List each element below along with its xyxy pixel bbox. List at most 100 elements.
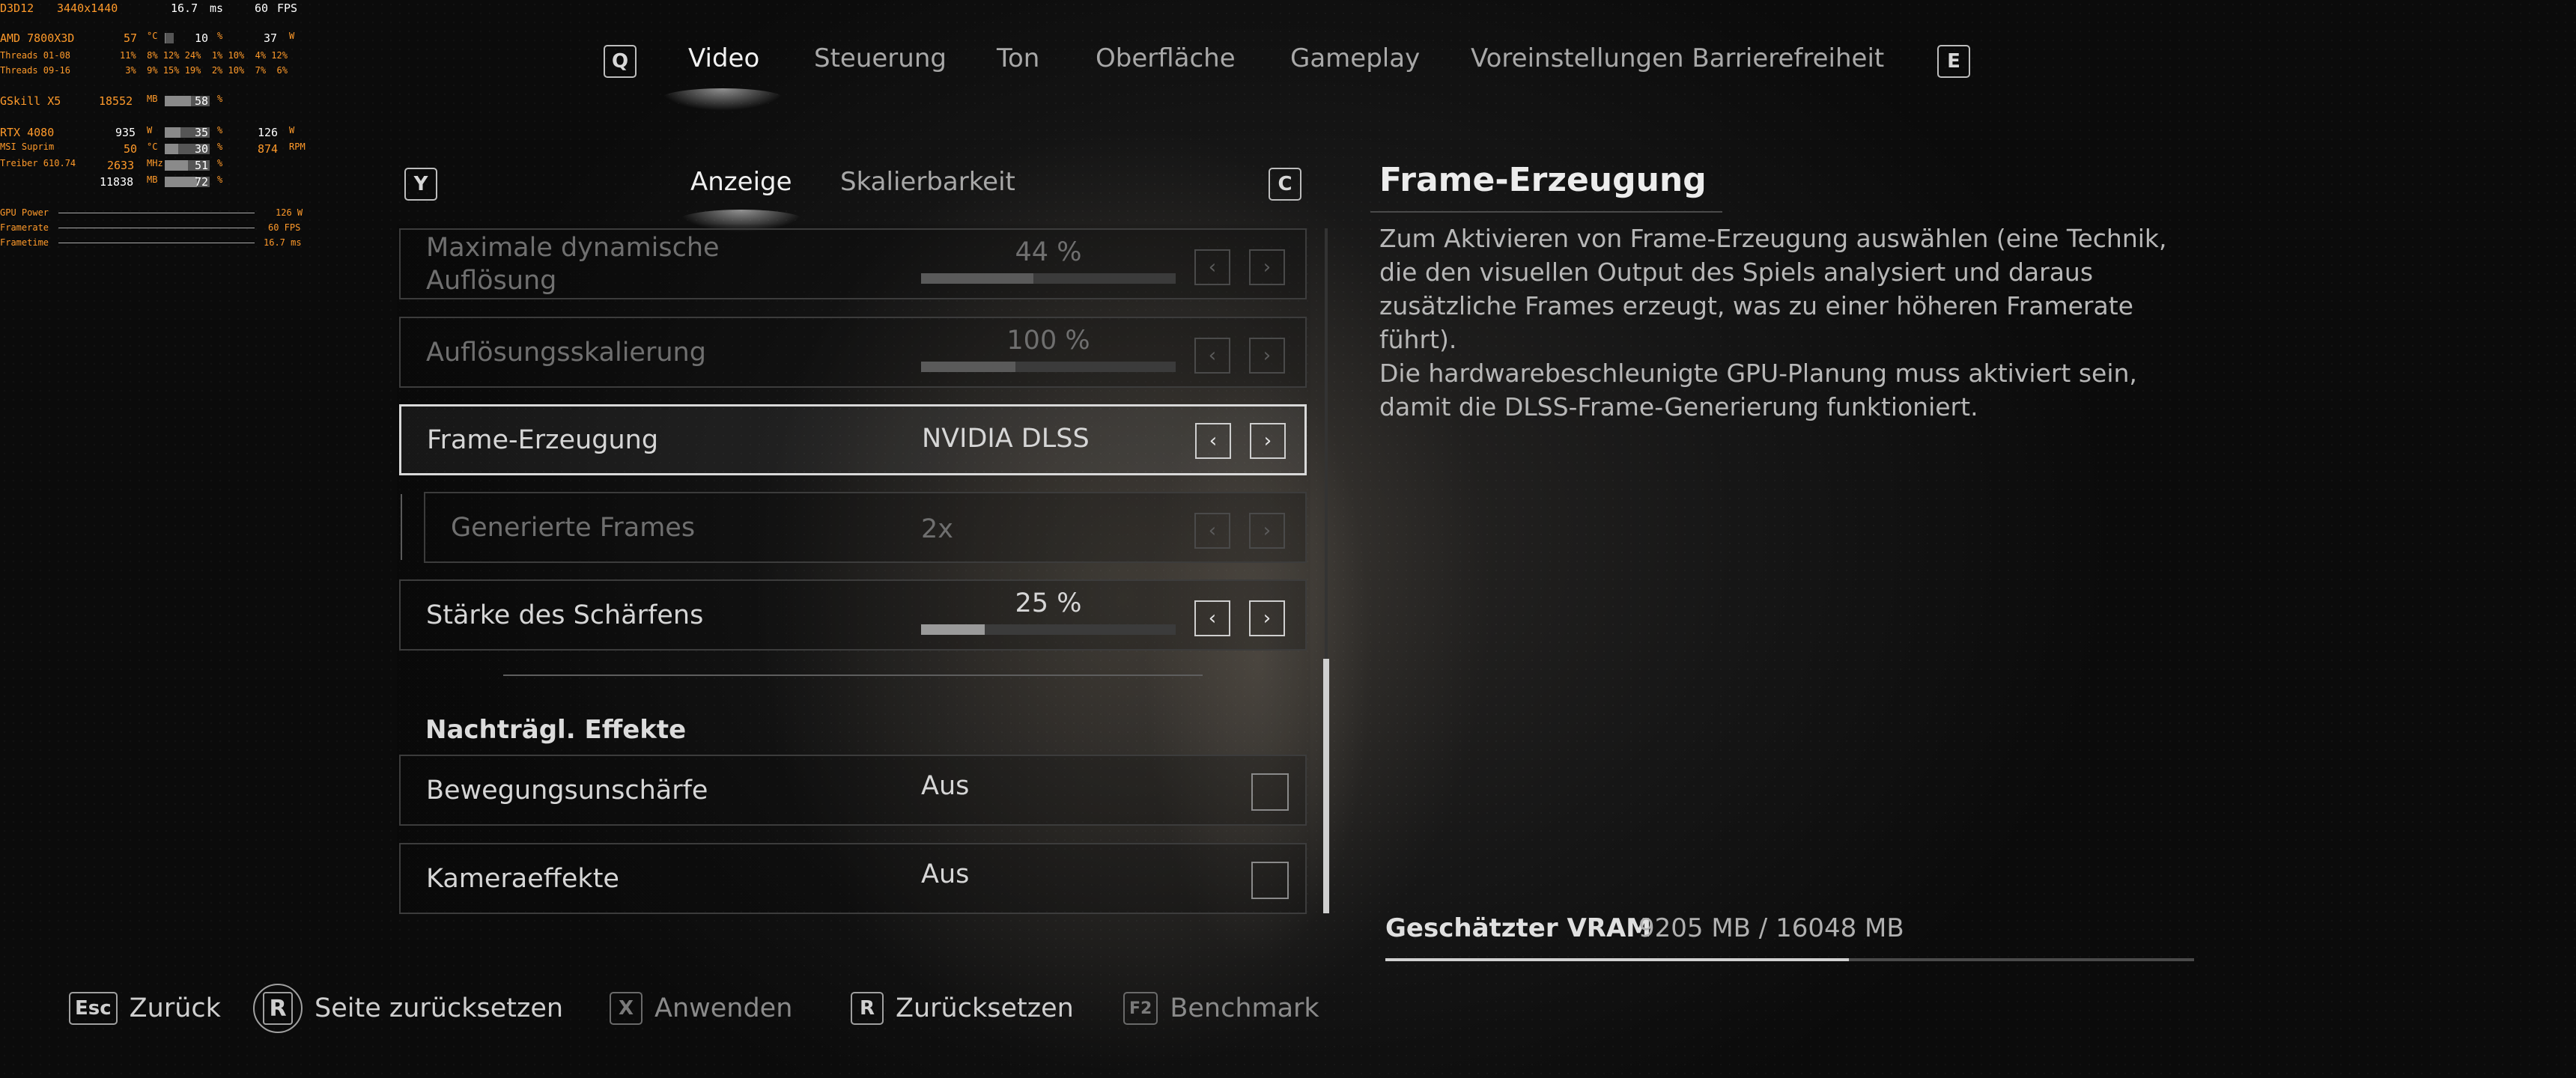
tab-ton[interactable]: Ton [997, 43, 1039, 73]
overlay-cpu-temp-unit: °C [147, 31, 158, 41]
setting-resolution-scaling[interactable]: Auflösungsskalierung 100 % ‹ › [399, 317, 1307, 388]
setting-value: 100 % [1006, 326, 1090, 356]
overlay-gpu-temp-load-unit: % [217, 141, 223, 152]
chevron-left-icon[interactable]: ‹ [1194, 513, 1230, 549]
setting-label: Generierte Frames [451, 512, 696, 543]
tab-video[interactable]: Video [688, 43, 759, 73]
setting-max-dynamic-resolution[interactable]: Maximale dynamische Auflösung 44 % ‹ › [399, 228, 1307, 299]
subtab-anzeige[interactable]: Anzeige [690, 167, 792, 197]
overlay-cpu-bar [165, 33, 174, 43]
overlay-gpu-driver: Treiber 610.74 [0, 158, 76, 168]
motion-blur-checkbox[interactable] [1251, 773, 1289, 811]
overlay-gpu-sub: MSI Suprim [0, 141, 55, 152]
chevron-left-icon[interactable]: ‹ [1194, 600, 1230, 636]
overlay-gpu-temp-load: 30 [195, 142, 209, 156]
setting-motion-blur[interactable]: Bewegungsunschärfe Aus [399, 755, 1307, 826]
overlay-gpu-clock: 2633 [107, 159, 135, 172]
chevron-right-icon[interactable]: › [1250, 423, 1286, 459]
overlay-gpu-temp: 50 [124, 142, 138, 156]
overlay-ram-used-unit: MB [147, 94, 158, 104]
overlay-graph2-value: 60 FPS [268, 222, 301, 233]
setting-slider[interactable] [921, 362, 1176, 372]
overlay-gpu-clock-unit: MHz [147, 158, 163, 168]
vram-bar-fill [1385, 958, 1850, 961]
overlay-graph1-value: 126 W [276, 207, 303, 218]
tab-prev-key[interactable]: Q [604, 45, 637, 78]
footer-benchmark[interactable]: F2 Benchmark [1123, 990, 1319, 1027]
footer-label: Zurück [129, 993, 221, 1023]
tab-next-key[interactable]: E [1937, 45, 1970, 78]
sub-setting-indicator [401, 494, 402, 560]
subtab-next-key[interactable]: C [1269, 168, 1301, 201]
setting-value: 44 % [1015, 237, 1082, 267]
description-title: Frame-Erzeugung [1379, 161, 1707, 199]
overlay-graph3-value: 16.7 ms [264, 237, 302, 248]
description-text: Zum Aktivieren von Frame-Erzeugung auswä… [1379, 222, 2196, 424]
overlay-api: D3D12 [0, 1, 34, 15]
setting-label: Bewegungsunschärfe [426, 775, 708, 806]
setting-value: Aus [921, 771, 970, 801]
setting-slider[interactable] [921, 273, 1176, 284]
overlay-gpu-load: 35 [195, 126, 209, 139]
r-key-icon: R [253, 984, 303, 1033]
overlay-frametime-unit: ms [210, 1, 224, 15]
tab-steuerung[interactable]: Steuerung [814, 43, 947, 73]
overlay-gpu-load-unit: % [217, 125, 223, 135]
overlay-graph2-label: Framerate [0, 222, 49, 233]
tab-gameplay[interactable]: Gameplay [1290, 43, 1420, 73]
overlay-ram-load: 58 [195, 94, 209, 108]
footer-label: Seite zurücksetzen [315, 993, 564, 1023]
setting-slider[interactable] [921, 624, 1176, 635]
setting-value: 2x [921, 514, 953, 544]
setting-label: Stärke des Schärfens [426, 600, 704, 630]
subtab-prev-key[interactable]: Y [404, 168, 437, 201]
settings-scrollbar-thumb[interactable] [1323, 659, 1329, 913]
tab-active-glow [659, 88, 786, 111]
overlay-ram-used: 18552 [99, 94, 133, 108]
footer-apply[interactable]: X Anwenden [610, 990, 792, 1027]
setting-value: Aus [921, 859, 970, 889]
setting-frame-generation[interactable]: Frame-Erzeugung NVIDIA DLSS ‹ › [399, 404, 1307, 475]
overlay-cpu-load-unit: % [217, 31, 223, 41]
vram-value: 9205 MB / 16048 MB [1638, 913, 1904, 943]
setting-value: 25 % [1015, 588, 1082, 618]
overlay-gpu-fan-unit: RPM [289, 141, 306, 152]
setting-label: Auflösungsskalierung [426, 337, 706, 368]
chevron-right-icon[interactable]: › [1249, 513, 1285, 549]
footer-reset[interactable]: R Zurücksetzen [851, 990, 1074, 1027]
r-key-label: R [263, 992, 293, 1025]
chevron-right-icon[interactable]: › [1249, 600, 1285, 636]
vram-bar [1385, 958, 2194, 961]
overlay-frametime: 16.7 [171, 1, 198, 15]
camera-effects-checkbox[interactable] [1251, 862, 1289, 899]
setting-camera-effects[interactable]: Kameraeffekte Aus [399, 843, 1307, 914]
overlay-gpu-vram-load: 72 [195, 175, 209, 189]
section-title-post-effects: Nachträgl. Effekte [425, 715, 687, 745]
chevron-right-icon[interactable]: › [1249, 338, 1285, 374]
overlay-graph1-label: GPU Power [0, 207, 49, 218]
footer-label: Benchmark [1170, 993, 1319, 1023]
footer-reset-page[interactable]: R Seite zurücksetzen [253, 984, 563, 1033]
chevron-left-icon[interactable]: ‹ [1194, 249, 1230, 285]
setting-sharpening-strength[interactable]: Stärke des Schärfens 25 % ‹ › [399, 579, 1307, 651]
overlay-ram-name: GSkill X5 [0, 94, 61, 108]
overlay-gpu-temp-unit: °C [147, 141, 158, 152]
chevron-left-icon[interactable]: ‹ [1194, 338, 1230, 374]
overlay-gpu-watts-unit: W [289, 125, 295, 135]
chevron-right-icon[interactable]: › [1249, 249, 1285, 285]
overlay-gpu-watts: 126 [258, 126, 279, 139]
setting-generated-frames[interactable]: Generierte Frames 2x ‹ › [424, 492, 1307, 563]
overlay-cpu-power: 37 [264, 31, 278, 45]
footer-label: Anwenden [654, 993, 793, 1023]
tab-oberflaeche[interactable]: Oberfläche [1096, 43, 1236, 73]
subtab-skalierbarkeit[interactable]: Skalierbarkeit [840, 167, 1015, 197]
setting-label: Maximale dynamische Auflösung [426, 232, 720, 296]
overlay-resolution: 3440x1440 [57, 1, 118, 15]
overlay-threads1-label: Threads 01-08 [0, 50, 70, 61]
footer-back[interactable]: Esc Zurück [69, 990, 221, 1027]
overlay-cpu-name: AMD 7800X3D [0, 31, 75, 45]
f2-key-icon: F2 [1123, 992, 1158, 1025]
overlay-threads1-values: 11% 8% 12% 24% 1% 10% 4% 12% [120, 50, 288, 61]
tab-barrierefreiheit[interactable]: Voreinstellungen Barrierefreiheit [1471, 43, 1884, 73]
chevron-left-icon[interactable]: ‹ [1195, 423, 1231, 459]
